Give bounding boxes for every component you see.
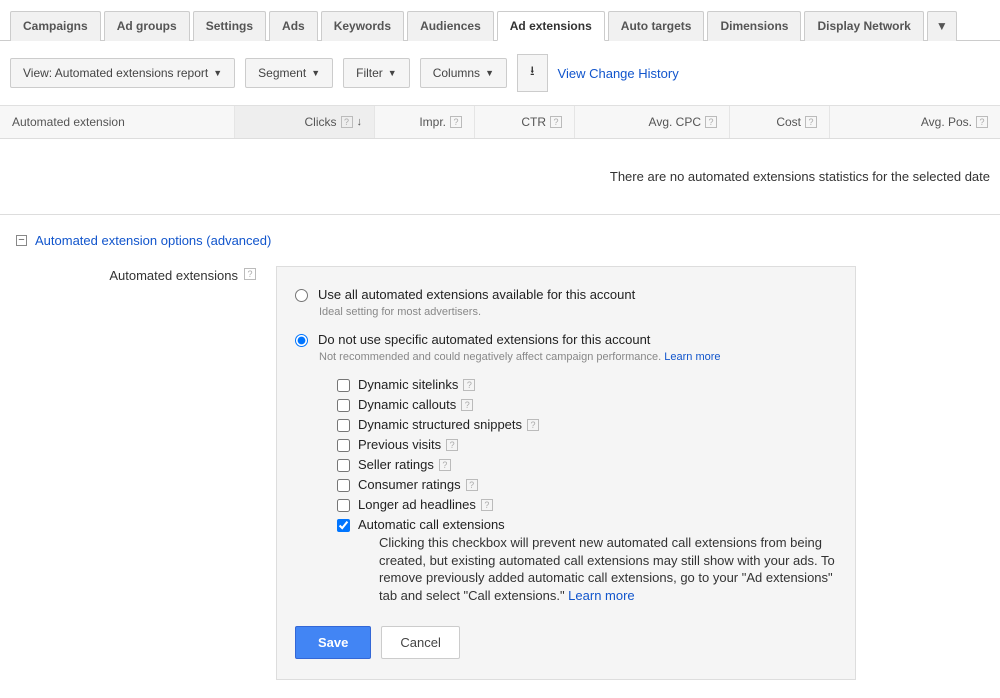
checkbox-label: Dynamic callouts?: [358, 397, 837, 412]
radio-do-not-use[interactable]: [295, 334, 308, 347]
toolbar: View: Automated extensions report▼ Segme…: [0, 41, 1000, 106]
checkbox-dynamic-callouts[interactable]: [337, 399, 350, 412]
radio-use-all-label: Use all automated extensions available f…: [318, 287, 635, 302]
help-icon[interactable]: ?: [705, 116, 717, 128]
help-icon[interactable]: ?: [461, 399, 473, 411]
checkbox-row: Previous visits?: [337, 437, 837, 452]
checkbox-list: Dynamic sitelinks? Dynamic callouts? Dynam…: [337, 377, 837, 604]
chevron-down-icon: ▼: [213, 68, 222, 78]
checkbox-dynamic-structured-snippets[interactable]: [337, 419, 350, 432]
checkbox-row: Dynamic callouts?: [337, 397, 837, 412]
advanced-options-link[interactable]: Automated extension options (advanced): [35, 233, 271, 248]
help-icon[interactable]: ?: [463, 379, 475, 391]
checkbox-row: Automatic call extensions Clicking this c…: [337, 517, 837, 604]
chevron-down-icon: ▼: [311, 68, 320, 78]
save-button[interactable]: Save: [295, 626, 371, 659]
cancel-button[interactable]: Cancel: [381, 626, 459, 659]
checkbox-row: Longer ad headlines?: [337, 497, 837, 512]
checkbox-automatic-call-extensions[interactable]: [337, 519, 350, 532]
chevron-down-icon: ▼: [388, 68, 397, 78]
tab-settings[interactable]: Settings: [193, 11, 266, 41]
checkbox-label: Consumer ratings?: [358, 477, 837, 492]
tab-ad-extensions[interactable]: Ad extensions: [497, 11, 605, 41]
checkbox-previous-visits[interactable]: [337, 439, 350, 452]
radio-do-not-use-label: Do not use specific automated extensions…: [318, 332, 650, 347]
columns-dropdown[interactable]: Columns▼: [420, 58, 507, 88]
advanced-section: − Automated extension options (advanced)…: [0, 215, 1000, 698]
checkbox-label: Dynamic structured snippets?: [358, 417, 837, 432]
checkbox-dynamic-sitelinks[interactable]: [337, 379, 350, 392]
table-header: Automated extension Clicks?↓ Impr.? CTR?…: [0, 106, 1000, 139]
help-icon[interactable]: ?: [550, 116, 562, 128]
help-icon[interactable]: ?: [466, 479, 478, 491]
tab-auto-targets[interactable]: Auto targets: [608, 11, 705, 41]
segment-dropdown[interactable]: Segment▼: [245, 58, 333, 88]
checkbox-label: Dynamic sitelinks?: [358, 377, 837, 392]
options-panel: Use all automated extensions available f…: [276, 266, 856, 680]
checkbox-label: Seller ratings?: [358, 457, 837, 472]
help-icon[interactable]: ?: [450, 116, 462, 128]
tab-audiences[interactable]: Audiences: [407, 11, 494, 41]
learn-more-link[interactable]: Learn more: [664, 351, 720, 363]
help-icon[interactable]: ?: [976, 116, 988, 128]
tab-display-network[interactable]: Display Network: [804, 11, 923, 41]
checkbox-longer-ad-headlines[interactable]: [337, 499, 350, 512]
col-clicks[interactable]: Clicks?↓: [235, 106, 375, 138]
col-avg-cpc[interactable]: Avg. CPC?: [575, 106, 730, 138]
help-icon[interactable]: ?: [527, 419, 539, 431]
checkbox-row: Dynamic sitelinks?: [337, 377, 837, 392]
chevron-down-icon: ▼: [936, 19, 948, 33]
sort-desc-icon: ↓: [357, 116, 363, 128]
help-icon[interactable]: ?: [439, 459, 451, 471]
checkbox-row: Dynamic structured snippets?: [337, 417, 837, 432]
collapse-icon[interactable]: −: [16, 235, 27, 246]
help-icon[interactable]: ?: [341, 116, 353, 128]
tab-campaigns[interactable]: Campaigns: [10, 11, 101, 41]
download-button[interactable]: ⭳: [517, 54, 548, 92]
col-automated-extension[interactable]: Automated extension: [0, 106, 235, 138]
col-cost[interactable]: Cost?: [730, 106, 830, 138]
checkbox-label: Automatic call extensions: [358, 517, 837, 532]
checkbox-row: Consumer ratings?: [337, 477, 837, 492]
col-impr[interactable]: Impr.?: [375, 106, 475, 138]
radio-do-not-use-sub: Not recommended and could negatively aff…: [319, 351, 837, 363]
automated-extensions-label: Automated extensions ?: [16, 266, 256, 680]
col-avg-pos[interactable]: Avg. Pos.?: [830, 106, 1000, 138]
tab-keywords[interactable]: Keywords: [321, 11, 404, 41]
help-icon[interactable]: ?: [446, 439, 458, 451]
tab-overflow[interactable]: ▼: [927, 11, 957, 41]
checkbox-label: Previous visits?: [358, 437, 837, 452]
col-ctr[interactable]: CTR?: [475, 106, 575, 138]
chevron-down-icon: ▼: [485, 68, 494, 78]
filter-dropdown[interactable]: Filter▼: [343, 58, 410, 88]
checkbox-desc: Clicking this checkbox will prevent new …: [379, 534, 837, 604]
help-icon[interactable]: ?: [481, 499, 493, 511]
help-icon[interactable]: ?: [244, 268, 256, 280]
main-tabs: CampaignsAd groupsSettingsAdsKeywordsAud…: [0, 0, 1000, 41]
radio-use-all[interactable]: [295, 289, 308, 302]
download-icon: ⭳: [530, 63, 535, 78]
checkbox-seller-ratings[interactable]: [337, 459, 350, 472]
checkbox-consumer-ratings[interactable]: [337, 479, 350, 492]
help-icon[interactable]: ?: [805, 116, 817, 128]
radio-use-all-sub: Ideal setting for most advertisers.: [319, 306, 837, 318]
checkbox-row: Seller ratings?: [337, 457, 837, 472]
view-dropdown[interactable]: View: Automated extensions report▼: [10, 58, 235, 88]
tab-dimensions[interactable]: Dimensions: [707, 11, 801, 41]
checkbox-label: Longer ad headlines?: [358, 497, 837, 512]
tab-ads[interactable]: Ads: [269, 11, 318, 41]
learn-more-link[interactable]: Learn more: [568, 588, 634, 603]
empty-state-text: There are no automated extensions statis…: [0, 139, 1000, 215]
tab-ad-groups[interactable]: Ad groups: [104, 11, 190, 41]
view-change-history-link[interactable]: View Change History: [558, 66, 679, 81]
